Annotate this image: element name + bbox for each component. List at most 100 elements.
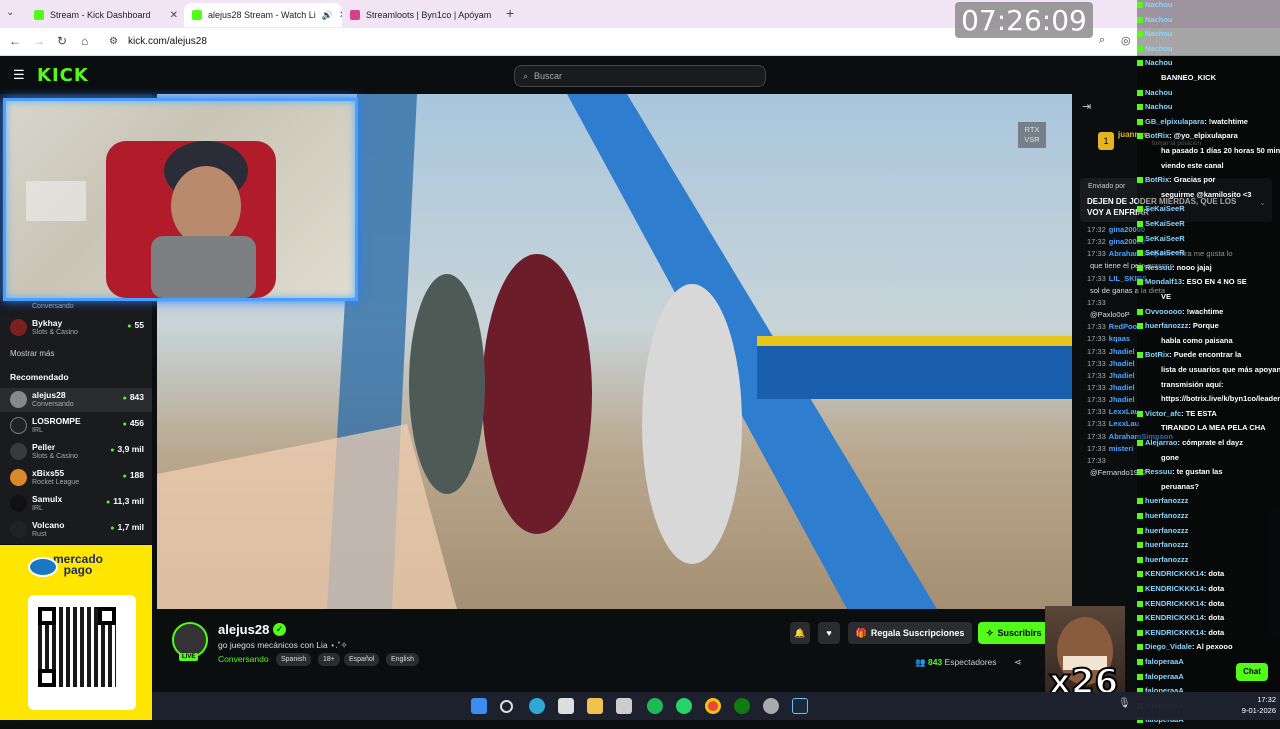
overlay-chat-row: transmisión aquí:: [1137, 380, 1280, 394]
overlay-chat-row: huerfanozzz: [1137, 496, 1280, 510]
menu-icon[interactable]: ☰: [13, 67, 25, 83]
overlay-message: : dota: [1203, 613, 1225, 623]
heart-icon[interactable]: ♥: [818, 622, 840, 644]
site-settings-icon[interactable]: ⚙: [109, 36, 118, 47]
chat-timestamp: 17:33: [1087, 431, 1106, 441]
xbox-icon[interactable]: [734, 698, 750, 714]
bell-icon[interactable]: 🔔: [790, 622, 810, 644]
badge-icon: [1137, 16, 1143, 23]
chrome-icon[interactable]: [705, 698, 721, 714]
overlay-message: : Gracias por: [1169, 175, 1216, 185]
eye-off-icon[interactable]: ◎: [1121, 34, 1131, 47]
windows-start-icon[interactable]: [471, 698, 487, 714]
tag[interactable]: 18+: [318, 653, 340, 666]
app-icon[interactable]: [616, 698, 632, 714]
chat-username[interactable]: Jhadiel: [1109, 395, 1135, 404]
home-icon[interactable]: ⌂: [81, 34, 88, 48]
overlay-message: https://botrix.live/k/byn1co/leaderboar: [1161, 394, 1280, 404]
microphone-icon[interactable]: 🎙: [1118, 698, 1131, 709]
overlay-username: SeKaiSeeR: [1145, 233, 1185, 243]
tab-list-chevron-icon[interactable]: ⌄: [6, 7, 14, 18]
share-icon[interactable]: ⋖: [1014, 657, 1022, 668]
badge-icon: [1137, 410, 1143, 417]
chat-username[interactable]: misteri: [1109, 444, 1134, 453]
overlay-chat-row: KENDRICKKK14: dota: [1137, 569, 1280, 583]
gift-subs-button[interactable]: 🎁 Regala Suscripciones: [848, 622, 972, 644]
overlay-chat-row: GB_elpixulapara: !watchtime: [1137, 117, 1280, 131]
tag[interactable]: Spanish: [276, 653, 312, 666]
chat-username[interactable]: LexxLau: [1109, 407, 1139, 416]
zoom-icon[interactable]: ⌕: [1099, 34, 1105, 47]
sidebar-item-losrompe[interactable]: LOSROMPE IRL 456: [0, 414, 152, 438]
channel-category: Slots & Casino: [32, 329, 78, 336]
chat-username[interactable]: Jhadiel: [1109, 347, 1135, 356]
sidebar-item-alejus28[interactable]: alejus28 Conversando 843: [0, 388, 152, 412]
edge-icon[interactable]: [529, 698, 545, 714]
overlay-chat-row: BANNEO_KICK: [1137, 73, 1280, 87]
badge-icon: [1137, 542, 1143, 549]
forward-arrow-icon[interactable]: →: [33, 34, 45, 48]
viewer-count: 3,9 mil: [110, 444, 144, 454]
overlay-chat-row: habla como paisana: [1137, 336, 1280, 350]
reload-icon[interactable]: ↻: [57, 34, 67, 48]
close-tab-icon[interactable]: ✕: [497, 10, 498, 21]
overlay-message: : nooo jajaj: [1172, 262, 1212, 272]
calculator-icon[interactable]: [558, 698, 574, 714]
channel-name[interactable]: alejus28: [218, 622, 269, 637]
chat-timestamp: 17:33: [1087, 334, 1106, 344]
badge-icon: [1137, 177, 1143, 184]
sidebar-item-bykhay[interactable]: Bykhay Slots & Casino 55: [0, 316, 152, 340]
channel-category: Rocket League: [32, 479, 80, 486]
overlay-message: VE: [1161, 292, 1172, 301]
search-input[interactable]: ⌕ Buscar: [514, 65, 766, 87]
tab-streamloots[interactable]: Streamloots | Byn1co | Apóyam ✕: [342, 3, 498, 27]
chat-username[interactable]: kqaas: [1109, 334, 1130, 343]
chat-timestamp: 17:33: [1087, 370, 1106, 380]
chat-username[interactable]: Jhadiel: [1109, 371, 1135, 380]
chat-username[interactable]: Jhadiel: [1109, 383, 1135, 392]
collapse-chat-icon[interactable]: ⇥: [1082, 100, 1091, 113]
live-badge: LIVE: [179, 653, 199, 661]
overlay-username: SeKaiSeeR: [1145, 248, 1185, 258]
search-icon[interactable]: [500, 700, 513, 713]
mercadopago-ad[interactable]: mercado pago: [0, 545, 152, 720]
tag[interactable]: English: [386, 653, 419, 666]
kick-logo[interactable]: KICK: [37, 65, 89, 86]
system-clock[interactable]: 17:32 9-01-2026: [1242, 694, 1276, 716]
spotify-icon[interactable]: [647, 698, 663, 714]
overlay-username: huerfanozzz: [1145, 525, 1189, 535]
tab-alejus28-stream[interactable]: alejus28 Stream - Watch Li 🔊 ✕: [184, 3, 342, 27]
chat-username[interactable]: RedPoo: [1109, 322, 1137, 331]
chat-username[interactable]: LexxLau: [1109, 419, 1139, 428]
overlay-chat-row: seguirme @kamilosito <3: [1137, 190, 1280, 204]
new-tab-button[interactable]: +: [506, 5, 514, 21]
show-more-link[interactable]: Mostrar más: [10, 349, 54, 358]
url-field[interactable]: kick.com/alejus28: [128, 36, 207, 47]
folder-icon[interactable]: [587, 698, 603, 714]
back-arrow-icon[interactable]: ←: [9, 34, 21, 48]
sidebar-item-samulx[interactable]: Samulx IRL 11,3 mil: [0, 492, 152, 516]
sidebar-item-peller[interactable]: Peller Slots & Casino 3,9 mil: [0, 440, 152, 464]
overlay-chat: Nachou Nachou Nachou Nachou Nachou BANNEO_KIC…: [1137, 0, 1280, 724]
speaker-icon[interactable]: 🔊: [322, 10, 333, 21]
sidebar-item-xbixs55[interactable]: xBixs55 Rocket League 188: [0, 466, 152, 490]
steam-icon[interactable]: [792, 698, 808, 714]
overlay-chat-row: Nachou: [1137, 15, 1280, 29]
overlay-chat-row: gone: [1137, 453, 1280, 467]
tag[interactable]: Español: [344, 653, 380, 666]
tab-kick-dashboard[interactable]: Stream - Kick Dashboard ✕: [26, 3, 186, 27]
chat-button[interactable]: Chat: [1236, 663, 1268, 681]
channel-name: alejus28: [32, 390, 66, 400]
overlay-message: ha pasado 1 días 20 horas 50 min: [1161, 146, 1280, 155]
channel-category: Slots & Casino: [32, 453, 78, 460]
whatsapp-icon[interactable]: [676, 698, 692, 714]
chat-timestamp: 17:33: [1087, 455, 1106, 465]
search-placeholder: Buscar: [534, 71, 563, 81]
stream-category[interactable]: Conversando: [218, 654, 269, 664]
obs-icon[interactable]: [763, 698, 779, 714]
chat-username[interactable]: Jhadiel: [1109, 359, 1135, 368]
overlay-message: transmisión aquí:: [1161, 379, 1224, 389]
sidebar-item-volcano[interactable]: Volcano Rust 1,7 mil: [0, 518, 152, 542]
chat-timestamp: 17:33: [1087, 297, 1106, 307]
close-tab-icon[interactable]: ✕: [170, 10, 178, 21]
